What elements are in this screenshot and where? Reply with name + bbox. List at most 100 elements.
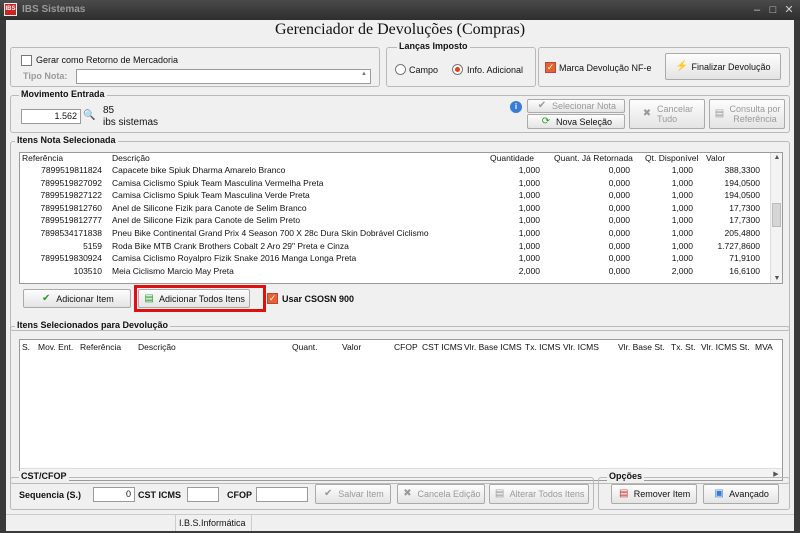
cancela-edicao-button[interactable]: ✖ Cancela Edição — [397, 484, 485, 504]
status-cell-empty — [6, 515, 176, 531]
close-button[interactable]: ✕ — [782, 3, 796, 17]
table-cell: 388,3300 — [724, 165, 760, 175]
movimento-input[interactable]: 1.562 — [21, 109, 81, 124]
itens-devolucao-title: Itens Selecionados para Devolução — [15, 320, 171, 330]
finalizar-panel: ✓ Marca Devolução NF-e ⚡ Finalizar Devol… — [538, 47, 790, 87]
table-cell: 17,7300 — [729, 215, 760, 226]
selecionar-nota-button[interactable]: ✔ Selecionar Nota — [527, 99, 625, 113]
campo-radio[interactable] — [395, 64, 406, 75]
table-row[interactable]: 7899519827122 Camisa Ciclismo Spiuk Team … — [20, 190, 768, 203]
alterar-todos-itens-label: Alterar Todos Itens — [509, 489, 585, 499]
table-cell: Anel de Silicone Fizik para Canote de Se… — [112, 202, 307, 213]
remover-item-label: Remover Item — [633, 489, 691, 499]
nova-selecao-label: Nova Seleção — [555, 116, 613, 127]
adicionar-item-button[interactable]: ✔ Adicionar Item — [23, 289, 131, 308]
cancela-edicao-label: Cancela Edição — [417, 489, 481, 499]
campo-label: Campo — [409, 65, 439, 75]
table-cell: 1,000 — [518, 215, 540, 226]
itens-nota-title: Itens Nota Selecionada — [15, 135, 118, 145]
cancelar-tudo-button[interactable]: ✖ Cancelar Tudo — [629, 99, 705, 129]
movimento-entrada-panel: Movimento Entrada 1.562 🔍 85 ibs sistema… — [10, 89, 790, 133]
table-row[interactable]: 7899519830924 Camisa Ciclismo Royalpro Fi… — [20, 253, 768, 266]
info-icon[interactable]: i — [510, 101, 522, 113]
table-row[interactable]: 7899519812760 Anel de Silicone Fizik para… — [20, 203, 768, 216]
itens-devolucao-grid[interactable]: S. Mov. Ent. Referência Descrição Quant.… — [19, 339, 783, 481]
scroll-down-icon[interactable]: ▼ — [771, 275, 782, 282]
table-cell: 0,000 — [608, 228, 630, 238]
sequencia-label: Sequencia (S.) — [19, 490, 82, 500]
table-cell: 2,000 — [518, 265, 540, 276]
col-qt-disponivel: Qt. Disponível — [645, 153, 699, 163]
info-adicional-radio[interactable] — [452, 64, 463, 75]
table-cell: 0,000 — [608, 265, 630, 276]
status-company: I.B.S.Informática — [179, 518, 246, 528]
table-cell: 2,000 — [671, 265, 693, 276]
avancado-label: Avançado — [729, 489, 769, 499]
lightning-icon: ⚡ — [675, 60, 688, 72]
table-row[interactable]: 7899519812777 Anel de Silicone Fizik para… — [20, 215, 768, 228]
table-cell: Pneu Bike Continental Grand Prix 4 Seaso… — [112, 228, 429, 238]
marca-devolucao-checkbox[interactable]: ✓ — [545, 62, 556, 73]
finalizar-devolucao-label: Finalizar Devolução — [691, 61, 771, 72]
table-row[interactable]: 5159 Roda Bike MTB Crank Brothers Cobalt … — [20, 241, 768, 254]
consulta-referencia-button[interactable]: ▤ Consulta por Referência — [709, 99, 785, 129]
table-cell: 1,000 — [671, 177, 693, 188]
refresh-icon: ⟳ — [541, 115, 551, 127]
col-tx-st: Tx. St. — [671, 342, 696, 352]
table-cell: 7899519830924 — [40, 253, 102, 264]
nova-selecao-button[interactable]: ⟳ Nova Seleção — [527, 114, 625, 129]
col-quant-retornada: Quant. Já Retornada — [554, 153, 633, 163]
grid-header: Referência Descrição Quantidade Quant. J… — [20, 153, 768, 165]
cfop-select[interactable] — [256, 487, 308, 502]
main-window: Gerenciador de Devoluções (Compras) Gera… — [6, 20, 794, 531]
alterar-todos-itens-button[interactable]: ▤ Alterar Todos Itens — [489, 484, 589, 504]
table-cell: 0,000 — [608, 215, 630, 226]
table-row[interactable]: 7899519811824 Capacete bike Spiuk Dharma … — [20, 165, 768, 178]
table-cell: 7899519812760 — [40, 202, 102, 213]
col-descricao: Descrição — [138, 342, 176, 352]
table-cell: Camisa Ciclismo Spiuk Team Masculina Ver… — [112, 190, 310, 201]
remove-item-icon: ▤ — [619, 488, 629, 499]
table-cell: 1,000 — [518, 165, 540, 175]
itens-nota-scrollbar[interactable]: ▲ ▼ — [770, 153, 782, 283]
salvar-item-button[interactable]: ✔ Salvar Item — [315, 484, 391, 504]
remover-item-button[interactable]: ▤ Remover Item — [611, 484, 697, 504]
table-cell: 5159 — [83, 240, 102, 251]
movimento-entrada-title: Movimento Entrada — [19, 89, 107, 99]
tipo-nota-select[interactable] — [76, 69, 371, 84]
table-cell: 1,000 — [671, 165, 693, 175]
table-cell: 1,000 — [518, 177, 540, 188]
table-cell: 17,7300 — [729, 202, 760, 213]
cancel-icon: ✖ — [403, 488, 412, 499]
minimize-button[interactable]: – — [750, 3, 764, 17]
col-vlr-base-icms: Vlr. Base ICMS — [464, 342, 522, 352]
cancelar-tudo-label: Cancelar Tudo — [656, 104, 694, 124]
table-cell: 7899519812777 — [40, 215, 102, 226]
table-cell: 1,000 — [671, 253, 693, 264]
cst-icms-select[interactable] — [187, 487, 219, 502]
cst-icms-label: CST ICMS — [138, 490, 182, 500]
scroll-thumb[interactable] — [772, 203, 781, 227]
table-row[interactable]: 7898534171838 Pneu Bike Continental Grand… — [20, 228, 768, 241]
adicionar-item-label: Adicionar Item — [56, 293, 114, 304]
table-cell: 1,000 — [671, 215, 693, 226]
maximize-button[interactable]: □ — [766, 3, 780, 17]
table-cell: 7899519827122 — [40, 190, 102, 201]
usar-csosn-checkbox[interactable]: ✓ — [267, 293, 278, 304]
itens-nota-grid[interactable]: Referência Descrição Quantidade Quant. J… — [19, 152, 783, 284]
avancado-button[interactable]: ▣ Avançado — [703, 484, 779, 504]
scroll-up-icon[interactable]: ▲ — [771, 154, 782, 161]
salvar-item-label: Salvar Item — [338, 489, 384, 499]
status-divider — [251, 515, 252, 531]
opcoes-panel: Opções ▤ Remover Item ▣ Avançado — [598, 471, 790, 510]
spin-icon[interactable]: ▲ — [361, 71, 367, 77]
table-row[interactable]: 7899519827092 Camisa Ciclismo Spiuk Team … — [20, 178, 768, 191]
col-s: S. — [22, 342, 31, 352]
search-icon[interactable]: 🔍 — [83, 110, 95, 122]
gerar-retorno-checkbox[interactable] — [21, 55, 32, 66]
sequencia-input[interactable]: 0 — [93, 487, 135, 502]
col-mov-ent: Mov. Ent. — [38, 342, 74, 352]
col-cfop: CFOP — [394, 342, 418, 352]
finalizar-devolucao-button[interactable]: ⚡ Finalizar Devolução — [665, 53, 781, 80]
table-row[interactable]: 103510 Meia Ciclismo Marcio May Preta 2,00… — [20, 266, 768, 279]
